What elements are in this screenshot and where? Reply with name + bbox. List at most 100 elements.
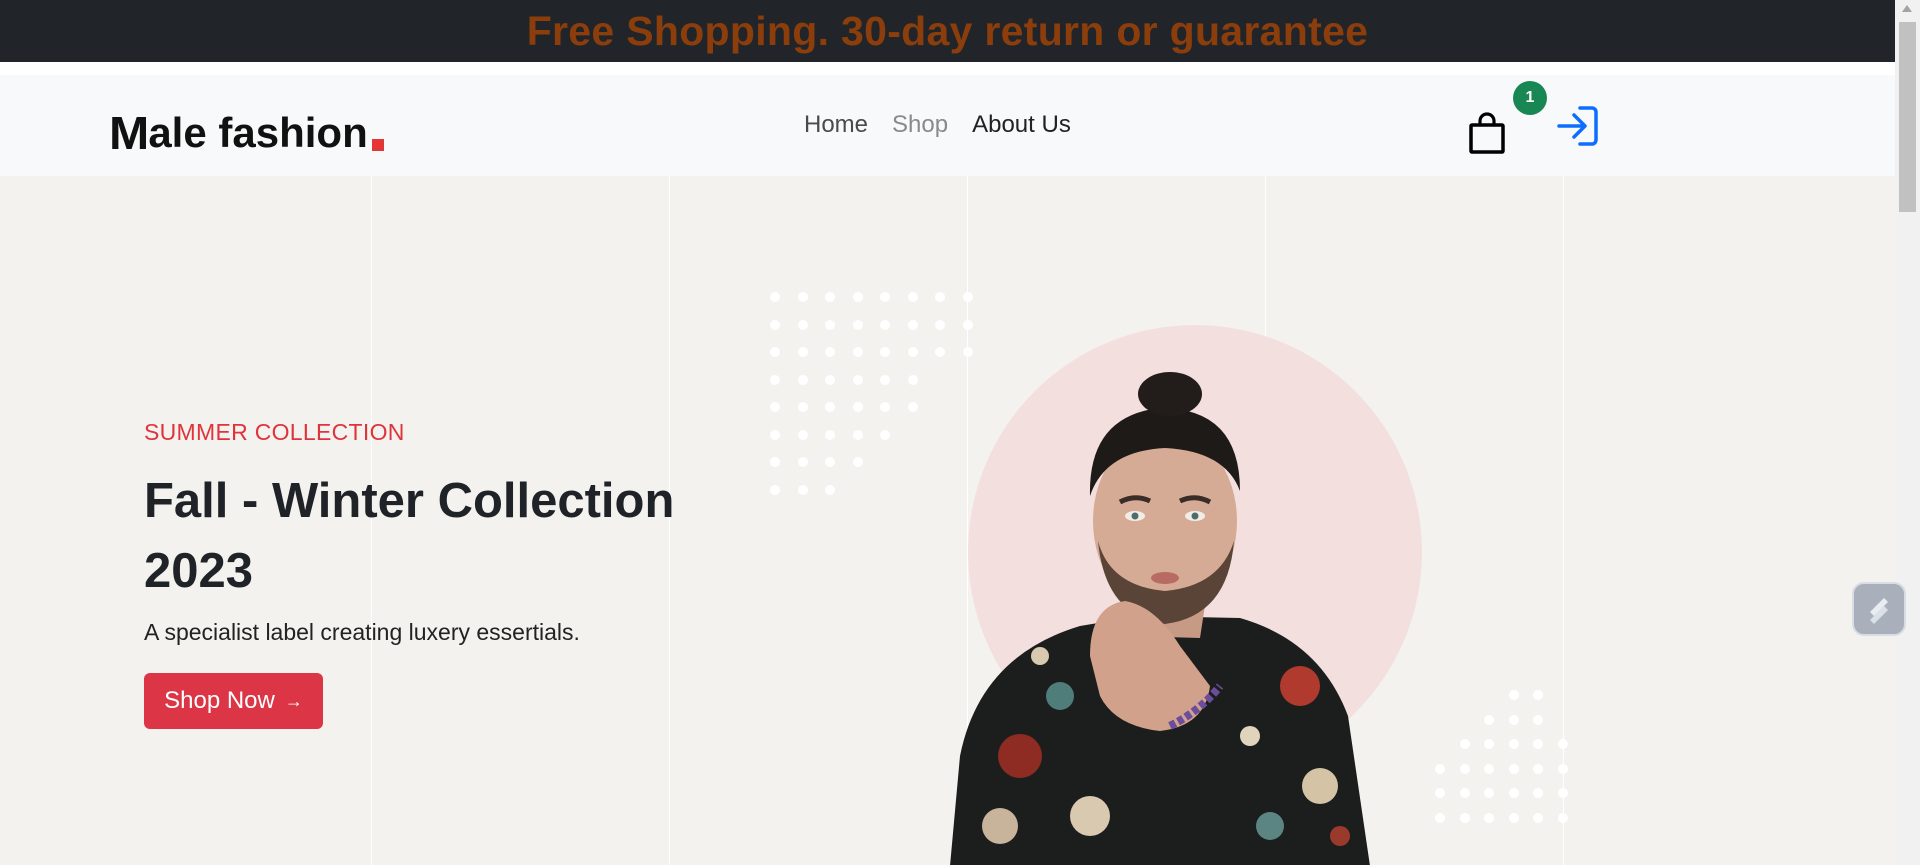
hero-subtitle: SUMMER COLLECTION [144,419,405,445]
navbar: M ale fashion Home Shop About Us [0,75,1895,176]
page-scrollbar[interactable] [1895,0,1920,865]
decor-dot [797,292,808,302]
scroll-up-arrow-icon[interactable] [1902,5,1912,12]
decor-dot [1435,763,1445,774]
decor-dot [1484,739,1494,749]
decor-dot [1484,788,1494,798]
decor-dot [1533,812,1543,823]
decor-dot [770,429,780,440]
decor-dot [880,347,890,357]
decor-dot [770,374,780,385]
decor-dot [1508,690,1519,700]
login-icon[interactable] [1556,104,1600,148]
decor-dot [825,319,835,330]
decor-dot [1508,739,1519,749]
decor-dot [880,319,890,330]
decor-dot [825,292,835,302]
decor-dot [770,457,780,467]
decor-dot [1435,812,1445,823]
decor-dot [1484,812,1494,823]
decor-dot [1508,788,1519,798]
decor-dot [907,402,918,412]
promo-banner: Free Shopping. 30-day return or guarante… [0,0,1895,62]
decor-dot [1533,739,1543,749]
decor-dot [825,484,835,495]
decor-dot [1459,739,1470,749]
decor-dot [1557,788,1568,798]
site-logo[interactable]: M ale fashion [109,105,384,159]
decor-dot [797,457,808,467]
decor-dot [797,319,808,330]
decor-dot [1459,788,1470,798]
shop-now-label: Shop Now [164,687,275,714]
decor-dot [907,292,918,302]
decor-dot [907,374,918,385]
decor-dot [1459,763,1470,774]
decor-dot [1508,812,1519,823]
nav-link-about[interactable]: About Us [972,111,1071,139]
decor-dot [825,457,835,467]
decor-dot [797,402,808,412]
decor-dot [962,319,973,330]
decor-dot [1435,788,1445,798]
decor-dot [825,429,835,440]
decor-dot [1557,812,1568,823]
decor-dot [935,319,945,330]
nav-link-home[interactable]: Home [804,111,868,139]
model-portrait-image [950,372,1370,865]
decor-dot [1459,812,1470,823]
grid-line [1563,176,1564,865]
decor-dot [880,292,890,302]
decor-dot [880,429,890,440]
scrollbar-thumb[interactable] [1899,22,1916,212]
shopping-bag-icon[interactable] [1468,112,1506,154]
decor-dot [852,347,863,357]
decor-dot [852,319,863,330]
shop-now-button[interactable]: Shop Now → [144,673,323,729]
decor-dot [797,429,808,440]
decor-dot [962,292,973,302]
hero-title: Fall - Winter Collection 2023 [144,474,675,598]
decor-dot [935,292,945,302]
decor-dot [825,374,835,385]
decor-dot [907,347,918,357]
decor-dot [1508,714,1519,725]
decor-dot [825,402,835,412]
decor-dot [852,292,863,302]
cart-count-badge: 1 [1513,81,1547,115]
decor-dot [825,347,835,357]
decor-dot [852,457,863,467]
decor-dot [770,347,780,357]
decor-dot [907,319,918,330]
decor-dot [1533,714,1543,725]
decor-dot [770,319,780,330]
arrow-right-icon: → [284,690,303,711]
decor-dot [1484,763,1494,774]
decor-dot [1508,763,1519,774]
nav-link-shop[interactable]: Shop [892,111,948,139]
logo-first-letter: M [109,107,150,159]
decor-dot [1557,763,1568,774]
decor-dot [797,484,808,495]
decor-dot [1484,714,1494,725]
decor-dot [852,402,863,412]
decor-dot [852,374,863,385]
decor-dot [1533,763,1543,774]
hero-section: SUMMER COLLECTION Fall - Winter Collecti… [0,176,1895,865]
logo-accent-square [371,139,384,151]
decor-dot [770,402,780,412]
decor-dot [1557,739,1568,749]
hero-tagline: A specialist label creating luxery esser… [144,619,580,645]
decor-dot [770,292,780,302]
decor-dot [797,347,808,357]
decor-dot [880,402,890,412]
logo-text: ale fashion [148,109,368,156]
decor-dot [797,374,808,385]
nav-links: Home Shop About Us [804,111,1071,139]
decor-dot [770,484,780,495]
decor-dot [852,429,863,440]
assistant-widget-icon[interactable] [1852,582,1906,636]
decor-dot [1533,788,1543,798]
decor-dot [880,374,890,385]
promo-text: Free Shopping. 30-day return or guarante… [526,7,1369,54]
